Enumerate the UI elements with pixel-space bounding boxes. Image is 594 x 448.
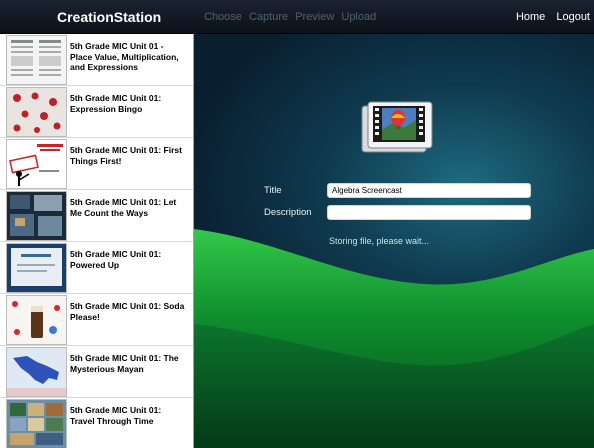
step-upload[interactable]: Upload: [341, 11, 376, 23]
list-item-label: 5th Grade MIC Unit 01: Powered Up: [70, 249, 162, 270]
list-item[interactable]: 5th Grade MIC Unit 01 - Place Value, Mul…: [0, 34, 193, 86]
presentation-list[interactable]: 5th Grade MIC Unit 01 - Place Value, Mul…: [0, 34, 194, 448]
list-item[interactable]: 5th Grade MIC Unit 01: Let Me Count the …: [0, 190, 193, 242]
title-label: Title: [264, 185, 282, 196]
app-title: CreationStation: [57, 9, 162, 25]
slides-thumbnail: [6, 191, 67, 241]
list-item-label: 5th Grade MIC Unit 01: Soda Please!: [70, 301, 185, 322]
list-item-label: 5th Grade MIC Unit 01: Travel Through Ti…: [70, 405, 162, 426]
list-item-label: 5th Grade MIC Unit 01: Let Me Count the …: [70, 197, 177, 218]
description-label: Description: [264, 207, 312, 218]
soda-thumbnail: [6, 295, 67, 345]
map-thumbnail: [6, 347, 67, 397]
account-nav: Home Logout: [508, 11, 590, 23]
step-nav: Choose Capture Preview Upload: [204, 11, 380, 23]
video-film-icon: [361, 101, 433, 153]
document-thumbnail: [6, 35, 67, 85]
step-choose[interactable]: Choose: [204, 11, 242, 23]
list-item[interactable]: 5th Grade MIC Unit 01: Powered Up: [0, 242, 193, 294]
order-of-operations-thumbnail: [6, 139, 67, 189]
description-input[interactable]: [327, 205, 531, 220]
list-item-label: 5th Grade MIC Unit 01: Expression Bingo: [70, 93, 162, 114]
list-item-label: 5th Grade MIC Unit 01: The Mysterious Ma…: [70, 353, 179, 374]
status-message: Storing file, please wait...: [329, 236, 430, 246]
list-item[interactable]: 5th Grade MIC Unit 01: First Things Firs…: [0, 138, 193, 190]
list-item[interactable]: 5th Grade MIC Unit 01: Travel Through Ti…: [0, 398, 193, 448]
title-input[interactable]: [327, 183, 531, 198]
top-bar: CreationStation Choose Capture Preview U…: [0, 0, 594, 34]
list-item[interactable]: 5th Grade MIC Unit 01: The Mysterious Ma…: [0, 346, 193, 398]
list-item[interactable]: 5th Grade MIC Unit 01: Soda Please!: [0, 294, 193, 346]
logout-link[interactable]: Logout: [556, 11, 590, 23]
main-panel: Title Description Storing file, please w…: [194, 34, 594, 448]
step-capture[interactable]: Capture: [249, 11, 288, 23]
step-preview[interactable]: Preview: [295, 11, 334, 23]
collage-thumbnail: [6, 399, 67, 448]
bingo-thumbnail: [6, 87, 67, 137]
home-link[interactable]: Home: [516, 11, 545, 23]
list-item[interactable]: 5th Grade MIC Unit 01: Expression Bingo: [0, 86, 193, 138]
list-item-label: 5th Grade MIC Unit 01: First Things Firs…: [70, 145, 182, 166]
presentation-thumbnail: [6, 243, 67, 293]
list-item-label: 5th Grade MIC Unit 01 - Place Value, Mul…: [70, 41, 179, 72]
